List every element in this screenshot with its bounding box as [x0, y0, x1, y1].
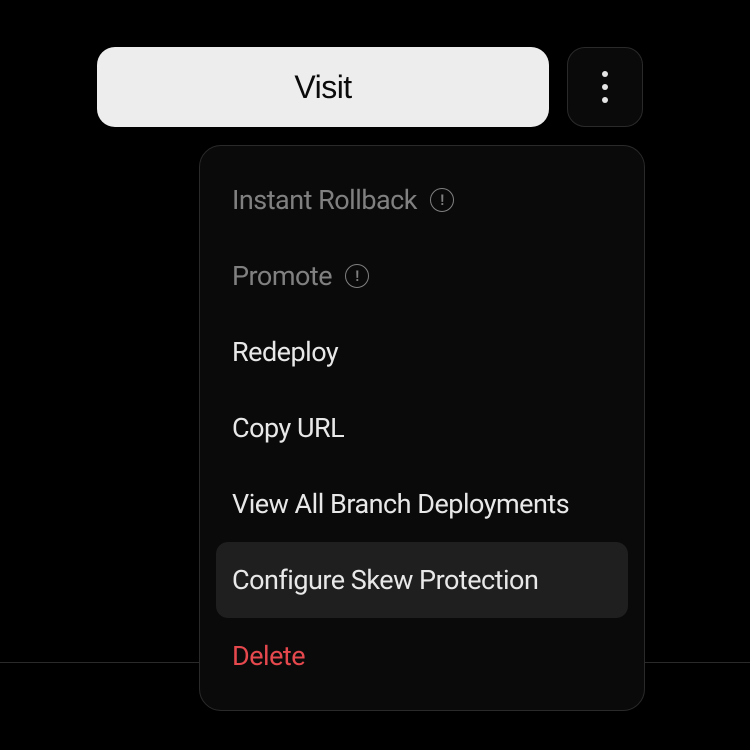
top-bar: Visit — [97, 47, 643, 127]
menu-item-instant-rollback: Instant Rollback — [216, 162, 628, 238]
menu-item-redeploy[interactable]: Redeploy — [216, 314, 628, 390]
menu-item-label: Copy URL — [232, 412, 344, 444]
menu-item-view-deployments[interactable]: View All Branch Deployments — [216, 466, 628, 542]
menu-item-promote: Promote — [216, 238, 628, 314]
menu-item-delete[interactable]: Delete — [216, 618, 628, 694]
alert-circle-icon — [430, 188, 454, 212]
menu-item-label: View All Branch Deployments — [232, 488, 569, 520]
visit-button[interactable]: Visit — [97, 47, 549, 127]
more-vertical-icon — [602, 71, 608, 103]
menu-item-label: Delete — [232, 640, 305, 672]
menu-item-label: Instant Rollback — [232, 184, 417, 216]
alert-circle-icon — [345, 264, 369, 288]
menu-item-copy-url[interactable]: Copy URL — [216, 390, 628, 466]
menu-item-label: Promote — [232, 260, 332, 292]
menu-item-configure-skew-protection[interactable]: Configure Skew Protection — [216, 542, 628, 618]
menu-item-label: Redeploy — [232, 336, 338, 368]
actions-dropdown-menu: Instant Rollback Promote Redeploy Copy U… — [199, 145, 645, 711]
menu-item-label: Configure Skew Protection — [232, 564, 538, 596]
more-actions-button[interactable] — [567, 47, 643, 127]
